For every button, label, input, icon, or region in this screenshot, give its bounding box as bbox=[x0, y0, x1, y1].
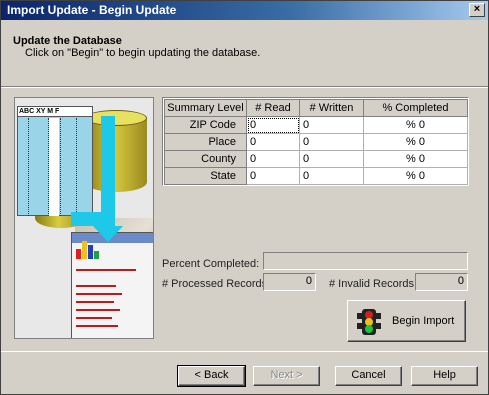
chart-bar bbox=[88, 245, 93, 259]
report-graphic bbox=[71, 232, 153, 338]
processed-records-value: 0 bbox=[263, 273, 316, 291]
percent-completed-label: Percent Completed: bbox=[162, 258, 260, 270]
read-cell[interactable]: 0 bbox=[246, 150, 300, 168]
header-divider bbox=[1, 87, 488, 88]
row-header[interactable]: State bbox=[164, 167, 247, 185]
written-cell[interactable]: 0 bbox=[299, 116, 364, 134]
read-cell[interactable]: 0 bbox=[246, 116, 300, 134]
written-cell[interactable]: 0 bbox=[299, 133, 364, 151]
page-title: Update the Database bbox=[13, 35, 122, 47]
begin-import-button[interactable]: Begin Import bbox=[347, 300, 466, 342]
back-button[interactable]: < Back bbox=[177, 365, 246, 387]
column-header-summary-level[interactable]: Summary Level bbox=[164, 99, 247, 117]
help-button[interactable]: Help bbox=[411, 366, 478, 386]
read-cell[interactable]: 0 bbox=[246, 133, 300, 151]
wizard-header: Update the Database Click on "Begin" to … bbox=[1, 20, 488, 87]
table-row: ZIP Code 0 0 % 0 bbox=[164, 116, 468, 134]
column-header-completed[interactable]: % Completed bbox=[363, 99, 468, 117]
wizard-illustration: ABC XY M F bbox=[14, 97, 154, 339]
column-header-read[interactable]: # Read bbox=[246, 99, 300, 117]
cancel-button[interactable]: Cancel bbox=[335, 366, 402, 386]
database-cylinder-top bbox=[85, 110, 147, 126]
chart-bar bbox=[76, 249, 81, 259]
close-button[interactable]: × bbox=[469, 3, 485, 17]
completed-cell[interactable]: % 0 bbox=[363, 116, 468, 134]
spreadsheet-graphic: ABC XY M F bbox=[17, 106, 93, 216]
footer-divider bbox=[1, 351, 488, 352]
database-cylinder-graphic bbox=[85, 118, 147, 192]
report-line bbox=[76, 309, 120, 311]
arrow-head-graphic bbox=[93, 226, 123, 242]
completed-cell[interactable]: % 0 bbox=[363, 133, 468, 151]
completed-cell[interactable]: % 0 bbox=[363, 167, 468, 185]
spreadsheet-column bbox=[28, 118, 29, 216]
invalid-records-label: # Invalid Records: bbox=[329, 278, 418, 290]
chart-bar bbox=[94, 251, 99, 259]
next-button[interactable]: Next > bbox=[253, 366, 320, 386]
arrow-graphic bbox=[101, 116, 115, 226]
table-row: State 0 0 % 0 bbox=[164, 167, 468, 185]
row-header[interactable]: ZIP Code bbox=[164, 116, 247, 134]
spreadsheet-column bbox=[60, 118, 61, 216]
begin-import-label: Begin Import bbox=[392, 315, 455, 327]
table-row: County 0 0 % 0 bbox=[164, 150, 468, 168]
column-header-written[interactable]: # Written bbox=[299, 99, 364, 117]
traffic-light-icon bbox=[357, 309, 381, 335]
arrow-graphic bbox=[71, 212, 115, 226]
report-line bbox=[76, 325, 118, 327]
traffic-light-wing bbox=[375, 323, 381, 329]
processed-records-label: # Processed Records: bbox=[162, 278, 271, 290]
row-header[interactable]: County bbox=[164, 150, 247, 168]
row-header[interactable]: Place bbox=[164, 133, 247, 151]
written-cell[interactable]: 0 bbox=[299, 167, 364, 185]
traffic-light-wing bbox=[357, 323, 363, 329]
report-line bbox=[76, 269, 136, 271]
read-cell[interactable]: 0 bbox=[246, 167, 300, 185]
title-bar: Import Update - Begin Update × bbox=[1, 1, 488, 20]
summary-table: Summary Level # Read # Written % Complet… bbox=[164, 99, 468, 185]
written-cell[interactable]: 0 bbox=[299, 150, 364, 168]
window-title: Import Update - Begin Update bbox=[7, 3, 177, 17]
report-line bbox=[76, 285, 116, 287]
import-update-dialog: Import Update - Begin Update × Update th… bbox=[0, 0, 489, 395]
completed-cell[interactable]: % 0 bbox=[363, 150, 468, 168]
spreadsheet-highlight-column bbox=[49, 118, 59, 216]
report-line bbox=[76, 301, 114, 303]
green-light bbox=[365, 325, 373, 333]
traffic-light-wing bbox=[375, 313, 381, 319]
spreadsheet-header: ABC XY M F bbox=[18, 107, 92, 117]
report-line bbox=[76, 317, 112, 319]
traffic-light-wing bbox=[357, 313, 363, 319]
table-row: Place 0 0 % 0 bbox=[164, 133, 468, 151]
summary-grid: Summary Level # Read # Written % Complet… bbox=[162, 97, 469, 186]
table-header-row: Summary Level # Read # Written % Complet… bbox=[164, 99, 468, 117]
chart-bar bbox=[82, 241, 87, 259]
percent-completed-bar bbox=[263, 252, 468, 270]
spreadsheet-column bbox=[76, 118, 77, 216]
page-subtitle: Click on "Begin" to begin updating the d… bbox=[25, 47, 261, 59]
report-line bbox=[76, 293, 122, 295]
invalid-records-value: 0 bbox=[415, 273, 468, 291]
